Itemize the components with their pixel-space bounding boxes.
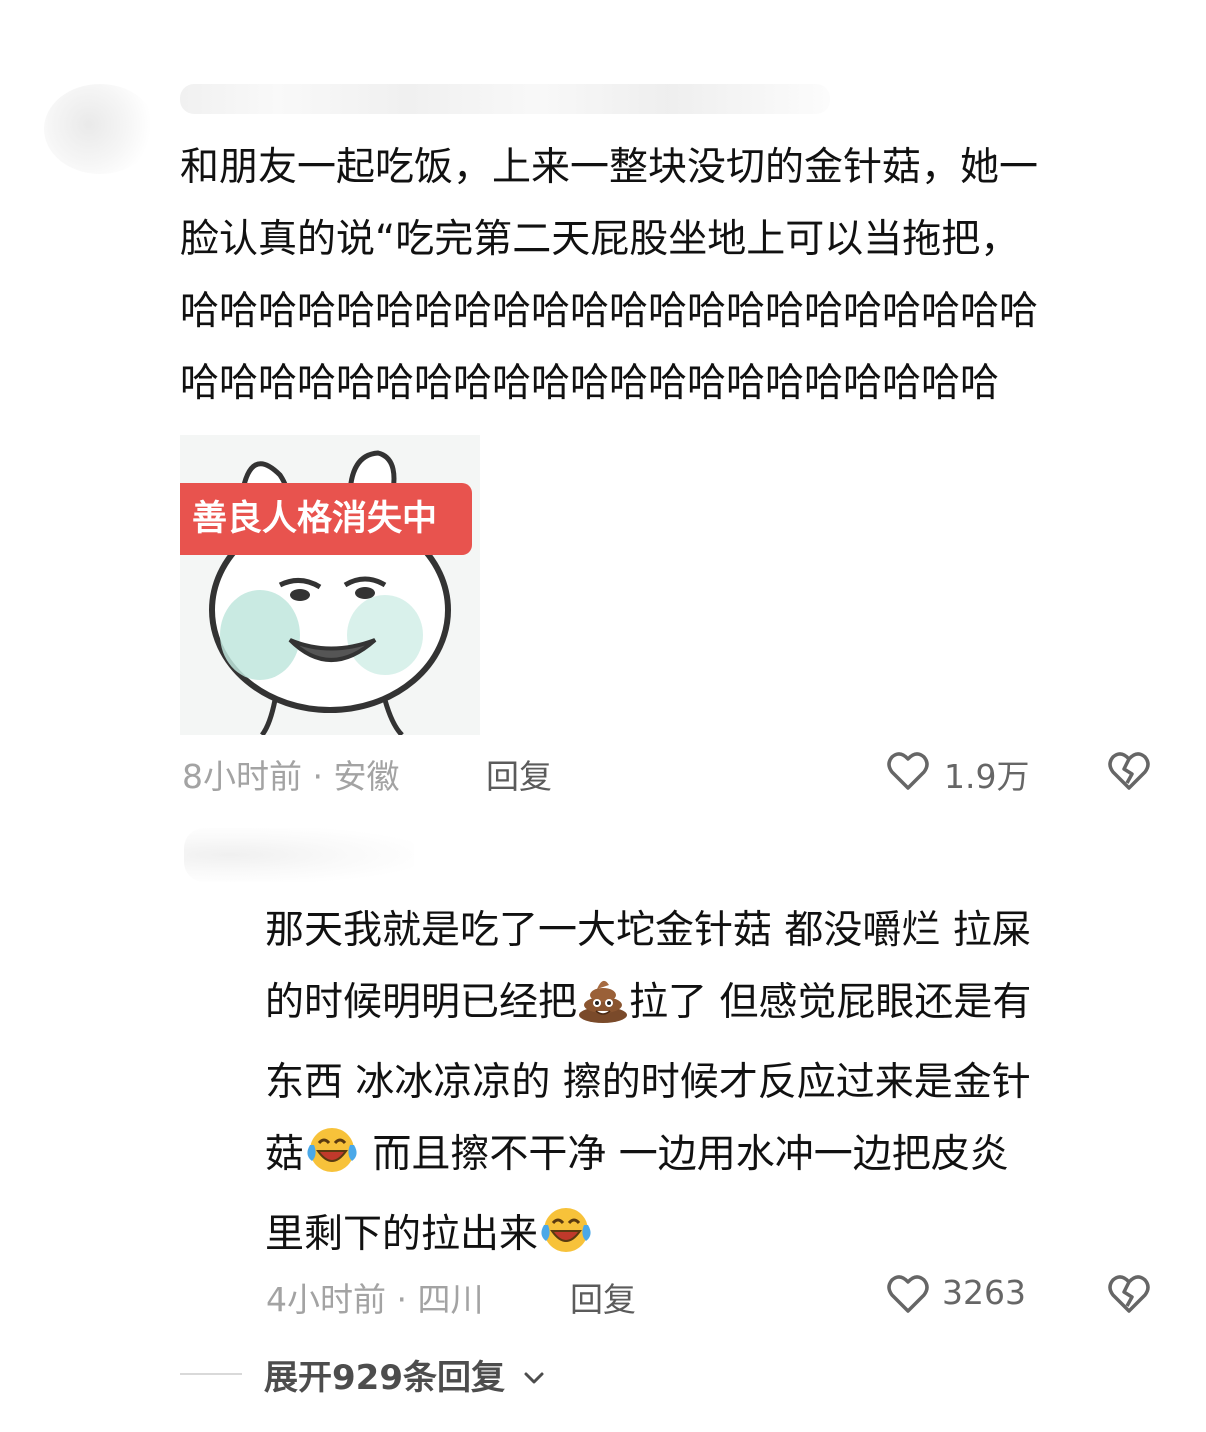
comment-line: 哈哈哈哈哈哈哈哈哈哈哈哈哈哈哈哈哈哈哈哈哈哈: [180, 289, 1039, 334]
sticker-caption: 善良人格消失中: [180, 483, 472, 555]
reply-avatar-username-blurred[interactable]: [184, 828, 414, 882]
laughing-crying-emoji-icon: [304, 1125, 360, 1199]
comment-line: 那天我就是吃了一大坨金针菇 都没嚼烂 拉屎: [265, 908, 1031, 953]
username-blurred[interactable]: [180, 84, 830, 114]
comment-line: 哈哈哈哈哈哈哈哈哈哈哈哈哈哈哈哈哈哈哈哈哈: [180, 361, 1000, 406]
comment-line: 和朋友一起吃饭，上来一整块没切的金针菇，她一: [180, 145, 1039, 190]
reply-button[interactable]: 回复: [486, 750, 552, 798]
comment-line: 里剩下的拉出来: [265, 1199, 1031, 1279]
comment-line: 菇 而且擦不干净 一边用水冲一边把皮炎: [265, 1119, 1031, 1199]
comment-line: 脸认真的说“吃完第二天屁股坐地上可以当拖把，: [180, 217, 1020, 262]
divider: [180, 1373, 242, 1375]
comment-time-location: 8小时前 · 安徽: [182, 757, 400, 796]
like-count: 3263: [942, 1273, 1026, 1312]
reply-button[interactable]: 回复: [570, 1273, 636, 1321]
heart-icon[interactable]: [886, 750, 934, 794]
comment-text: 那天我就是吃了一大坨金针菇 都没嚼烂 拉屎 的时候明明已经把 拉了 但感觉屁眼还…: [265, 895, 1031, 1279]
comment-time-location: 4小时前 · 四川: [266, 1280, 484, 1319]
poop-emoji-icon: [577, 975, 629, 1047]
sticker-image[interactable]: 善良人格消失中: [180, 435, 480, 735]
comment-line: 东西 冰冰凉凉的 擦的时候才反应过来是金针: [265, 1060, 1031, 1105]
laughing-crying-emoji-icon: [538, 1205, 594, 1279]
expand-replies-button[interactable]: 展开929条回复: [264, 1350, 545, 1399]
dislike-icon[interactable]: [1106, 1273, 1154, 1317]
avatar[interactable]: [44, 84, 156, 174]
comment-text: 和朋友一起吃饭，上来一整块没切的金针菇，她一 脸认真的说“吃完第二天屁股坐地上可…: [180, 132, 1038, 420]
chevron-down-icon: [523, 1354, 545, 1394]
comment-line: 的时候明明已经把 拉了 但感觉屁眼还是有: [265, 967, 1031, 1047]
heart-icon[interactable]: [886, 1273, 934, 1317]
dislike-icon[interactable]: [1106, 750, 1154, 794]
like-count: 1.9万: [944, 757, 1030, 796]
